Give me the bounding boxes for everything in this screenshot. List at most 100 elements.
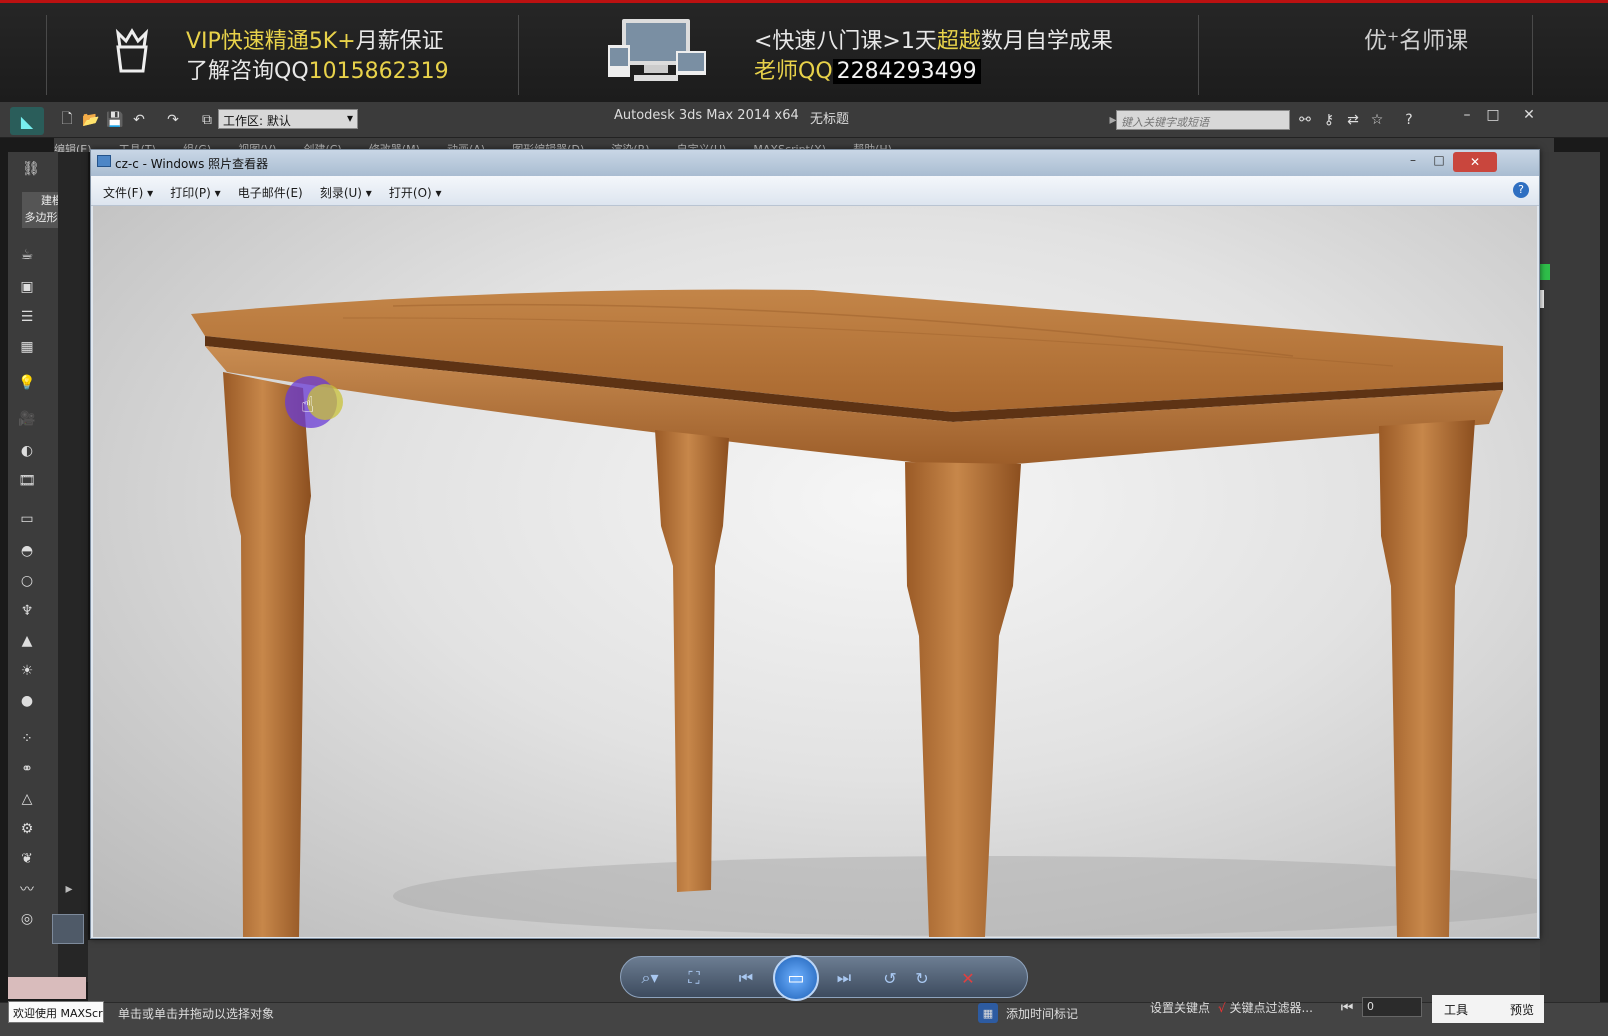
viewer-minimize-icon[interactable]: –	[1401, 153, 1425, 171]
left-toolbar: ⛓ 建模 多边形建模 ☕ ▣ ☰ ▦ 💡 🎥 ◐ 🎞 ▭ ◓ ○ ♆ ▲ ☀ ●…	[8, 152, 82, 982]
viewer-help-icon[interactable]: ?	[1513, 182, 1529, 198]
material-ball-icon[interactable]: ◎	[16, 908, 38, 930]
status-hint: 单击或单击并拖动以选择对象	[118, 1007, 275, 1021]
star-icon[interactable]: ☆	[1366, 109, 1388, 131]
max-toolbar: ◣ 🗋 📂 💾 ↶ ↷ ⧉ 工作区: 默认 ▾ Autodesk 3ds Max…	[0, 102, 1608, 138]
actual-size-icon[interactable]: ⛶	[681, 965, 707, 991]
maximize-icon[interactable]: □	[1482, 104, 1504, 126]
redo-icon[interactable]: ↷	[162, 109, 184, 131]
hair-icon[interactable]: 〰	[16, 878, 38, 900]
banner-mid-line-1: <快速八门课>1天超越数月自学成果	[754, 29, 1113, 54]
command-panel: ⚒ ▾ ◁ ⚃ 多个 个边 接 形	[1506, 152, 1600, 1002]
curve-icon: √	[1218, 1001, 1226, 1015]
hand-cursor-icon: ☝	[301, 393, 314, 418]
viewer-nav-bar: ⌕▾ ⛶ ⏮ ▭ ⏭ ↺ ↻ ✕	[620, 955, 1028, 1001]
sphere-half-icon[interactable]: ◐	[16, 440, 38, 462]
sphere-icon[interactable]: ○	[16, 570, 38, 592]
document-title: 无标题	[810, 112, 850, 127]
help-icon[interactable]: ?	[1398, 109, 1420, 131]
photo-viewer-window: cz-c - Windows 照片查看器 – □ ✕ 文件(F) ▾ 打印(P)…	[90, 149, 1540, 939]
ad-banner: VIP快速精通5K+月薪保证 了解咨询QQ1015862319 <快速八门课>1…	[0, 0, 1608, 102]
project-icon[interactable]: ⧉	[196, 109, 218, 131]
key-filter-button[interactable]: √ 关键点过滤器...	[1218, 999, 1313, 1016]
viewer-menu-bar: 文件(F) ▾ 打印(P) ▾ 电子邮件(E) 刻录(U) ▾ 打开(O) ▾ …	[91, 176, 1539, 206]
slideshow-icon[interactable]: ▭	[773, 955, 819, 1001]
new-file-icon[interactable]: 🗋	[56, 109, 78, 131]
left-strip: ▸	[52, 152, 88, 982]
banner-line-2: 了解咨询QQ1015862319	[186, 59, 449, 84]
save-icon[interactable]: 💾	[104, 109, 126, 131]
cone-icon[interactable]: ▲	[16, 630, 38, 652]
computer-set-icon	[604, 15, 708, 85]
gear-icon[interactable]: ⚙	[16, 818, 38, 840]
workspace-dropdown[interactable]: 工作区: 默认 ▾	[218, 109, 358, 129]
rotate-right-icon[interactable]: ↻	[909, 965, 935, 991]
film-icon[interactable]: 🎞	[16, 470, 38, 492]
crown-cup-icon	[112, 27, 152, 73]
list-icon[interactable]: ☰	[16, 306, 38, 328]
preview-button[interactable]: 预览	[1510, 1001, 1534, 1018]
plane-icon[interactable]: ▭	[16, 508, 38, 530]
viewer-menu-email[interactable]: 电子邮件(E)	[238, 184, 303, 201]
viewport-thumb[interactable]	[52, 914, 84, 944]
maxscript-mini[interactable]: 欢迎使用 MAXScr	[8, 1001, 104, 1023]
sun-icon[interactable]: ☀	[16, 660, 38, 682]
go-start-icon[interactable]: ⏮	[1336, 997, 1358, 1019]
viewer-titlebar: cz-c - Windows 照片查看器 – □ ✕	[91, 150, 1539, 176]
viewer-menu-open[interactable]: 打开(O) ▾	[389, 184, 442, 201]
frame-input[interactable]: 0	[1362, 997, 1422, 1017]
photo-app-icon	[97, 155, 111, 167]
camera-icon[interactable]: 🎥	[16, 408, 38, 430]
rotate-left-icon[interactable]: ↺	[877, 965, 903, 991]
time-tag-icon[interactable]: ▦	[978, 1003, 998, 1023]
minimize-icon[interactable]: –	[1456, 104, 1478, 126]
set-key-label[interactable]: 设置关键点	[1150, 999, 1210, 1016]
render-frame-icon[interactable]: ▣	[16, 276, 38, 298]
pyramid-icon[interactable]: △	[16, 788, 38, 810]
search-input[interactable]: 键入关键字或短语	[1116, 110, 1290, 130]
app-title: Autodesk 3ds Max 2014 x64	[614, 108, 799, 123]
open-folder-icon[interactable]: 📂	[80, 109, 102, 131]
maxscript-listener[interactable]	[8, 977, 86, 999]
expand-arrow-icon[interactable]: ▸	[58, 878, 80, 900]
wooden-table-render: ☝	[191, 289, 1537, 937]
workspace-label: 工作区: 默认	[223, 114, 291, 128]
banner-line-1: VIP快速精通5K+月薪保证	[186, 29, 444, 54]
viewer-menu-file[interactable]: 文件(F) ▾	[103, 184, 153, 201]
viewer-menu-print[interactable]: 打印(P) ▾	[170, 184, 220, 201]
add-time-tag[interactable]: 添加时间标记	[1006, 1005, 1078, 1022]
key-icon[interactable]: ⚷	[1318, 109, 1340, 131]
undo-icon[interactable]: ↶	[128, 109, 150, 131]
close-icon[interactable]: ✕	[1518, 104, 1540, 126]
disk-icon[interactable]: ●	[16, 690, 38, 712]
tools-button[interactable]: 工具	[1444, 1001, 1468, 1018]
exchange-icon[interactable]: ⇄	[1342, 109, 1364, 131]
grass-icon[interactable]: ❦	[16, 848, 38, 870]
binoculars-icon[interactable]: ⚯	[1294, 109, 1316, 131]
next-icon[interactable]: ⏭	[831, 965, 857, 991]
bottom-right-tools: 工具 预览	[1432, 995, 1544, 1023]
table-render-image: ☝	[93, 206, 1537, 937]
plant-pot-icon[interactable]: ♆	[16, 600, 38, 622]
banner-mid-line-2: 老师QQ 2284293499	[754, 53, 981, 85]
chevron-down-icon: ▾	[346, 111, 353, 125]
delete-icon[interactable]: ✕	[955, 965, 981, 991]
viewer-title: cz-c - Windows 照片查看器	[115, 157, 269, 171]
max-app-button[interactable]: ◣	[10, 107, 44, 135]
link-icon[interactable]: ⛓	[20, 158, 42, 180]
table-icon[interactable]: ▦	[16, 336, 38, 358]
viewer-menu-burn[interactable]: 刻录(U) ▾	[320, 184, 372, 201]
dome-icon[interactable]: ◓	[16, 540, 38, 562]
status-bar: 欢迎使用 MAXScr 单击或单击并拖动以选择对象 ▦ 添加时间标记 设置关键点…	[0, 977, 1608, 1036]
particles-icon[interactable]: ⁘	[16, 728, 38, 750]
previous-icon[interactable]: ⏮	[733, 965, 759, 991]
molecule-icon[interactable]: ⚭	[16, 758, 38, 780]
zoom-icon[interactable]: ⌕▾	[637, 965, 663, 991]
viewer-close-icon[interactable]: ✕	[1453, 152, 1497, 172]
menu-edit[interactable]: 编辑(E)	[54, 143, 92, 152]
light-icon[interactable]: 💡	[16, 372, 38, 394]
key-filter-label: 关键点过滤器...	[1229, 1001, 1313, 1015]
brand-logo: 优⁺名师课	[1364, 28, 1469, 54]
viewer-maximize-icon[interactable]: □	[1427, 153, 1451, 171]
teapot-icon[interactable]: ☕	[16, 244, 38, 266]
